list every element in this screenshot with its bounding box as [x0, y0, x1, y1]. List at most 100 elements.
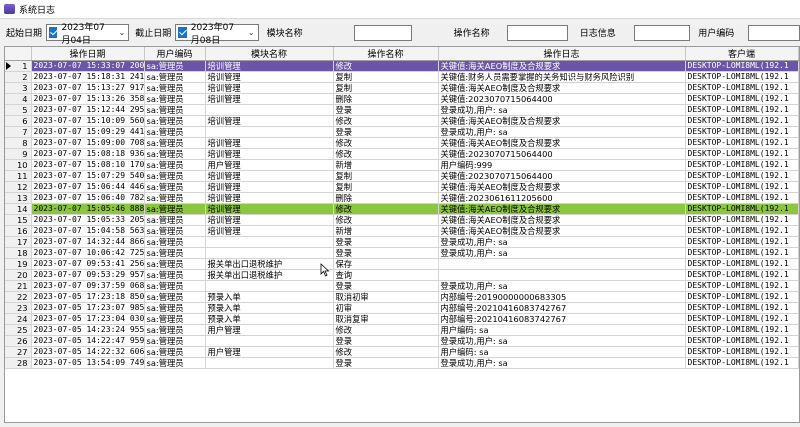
cell-module[interactable]: 用户管理 [205, 159, 334, 171]
cell-date[interactable]: 2023-07-07 15:13:26 358 [31, 93, 145, 105]
table-row[interactable]: 17 2023-07-07 14:32:44 866 sa:管理员 登录 登录成功,用户… [5, 236, 799, 248]
cell-module[interactable]: 培训管理 [205, 192, 334, 204]
cell-user[interactable]: sa:管理员 [144, 148, 206, 160]
cell-user[interactable]: sa:管理员 [144, 82, 206, 94]
cell-module[interactable]: 用户管理 [205, 346, 334, 358]
cell-date[interactable]: 2023-07-07 09:53:29 957 [31, 269, 145, 281]
cell-user[interactable]: sa:管理员 [144, 159, 206, 171]
cell-user[interactable]: sa:管理员 [144, 302, 206, 314]
cell-client[interactable]: DESKTOP-LOMI8ML(192.1 [685, 181, 799, 193]
cell-log[interactable]: 内部编号:20210416083742767 [438, 313, 686, 325]
cell-module[interactable]: 培训管理 [205, 181, 334, 193]
cell-client[interactable]: DESKTOP-LOMI8ML(192.1 [685, 214, 799, 226]
cell-log[interactable]: 关键值:2023070715064400 [438, 148, 686, 160]
table-row[interactable]: 26 2023-07-05 14:22:47 959 sa:管理员 登录 登录成功,用户… [5, 335, 799, 347]
row-number[interactable]: 4 [5, 93, 32, 105]
table-row[interactable]: 16 2023-07-07 15:04:58 563 sa:管理员 培训管理 新增 关键值… [5, 225, 799, 237]
log-grid[interactable]: 操作日期 用户编码 模块名称 操作名称 操作日志 客户端 1 2023-07-07… [4, 46, 800, 423]
column-header-date[interactable]: 操作日期 [31, 47, 145, 61]
cell-log[interactable]: 内部编号:20210416083742767 [438, 302, 686, 314]
log-info-input[interactable] [633, 24, 691, 41]
cell-date[interactable]: 2023-07-05 14:22:32 606 [31, 346, 145, 358]
end-date-checkbox[interactable] [178, 27, 187, 38]
cell-client[interactable]: DESKTOP-LOMI8ML(192.1 [685, 324, 799, 336]
cell-log[interactable]: 关键值:海关AEO制度及合规要求 [438, 60, 686, 72]
row-number[interactable]: 28 [5, 357, 32, 369]
cell-date[interactable]: 2023-07-07 15:04:58 563 [31, 225, 145, 237]
cell-client[interactable]: DESKTOP-LOMI8ML(192.1 [685, 126, 799, 138]
table-row[interactable]: 8 2023-07-07 15:09:00 708 sa:管理员 培训管理 修改 关键值:… [5, 137, 799, 149]
cell-date[interactable]: 2023-07-07 15:06:40 782 [31, 192, 145, 204]
cell-user[interactable]: sa:管理员 [144, 335, 206, 347]
cell-user[interactable]: sa:管理员 [144, 236, 206, 248]
row-number[interactable]: 11 [5, 170, 32, 182]
cell-log[interactable]: 关键值:2023070715064400 [438, 93, 686, 105]
table-row[interactable]: 12 2023-07-07 15:06:44 446 sa:管理员 培训管理 复制 关键值… [5, 181, 799, 193]
cell-module[interactable]: 培训管理 [205, 60, 334, 72]
cell-operation[interactable]: 登录 [333, 126, 439, 138]
cell-log[interactable]: 登录成功,用户: sa [438, 335, 686, 347]
cell-log[interactable]: 登录成功,用户: sa [438, 236, 686, 248]
row-number[interactable]: 2 [5, 71, 32, 83]
row-number[interactable]: 19 [5, 258, 32, 270]
table-row[interactable]: 14 2023-07-07 15:05:46 888 sa:管理员 培训管理 修改 关键值… [5, 203, 799, 215]
row-number[interactable]: 24 [5, 313, 32, 325]
cell-module[interactable]: 培训管理 [205, 214, 334, 226]
table-row[interactable]: 24 2023-07-05 17:23:04 030 sa:管理员 预录入单 取消复审内… [5, 313, 799, 325]
cell-date[interactable]: 2023-07-07 15:08:18 936 [31, 148, 145, 160]
cell-module[interactable]: 报关单出口退税维护 [205, 258, 334, 270]
table-row[interactable]: 21 2023-07-07 09:37:59 068 sa:管理员 登录 登录成功,用户… [5, 280, 799, 292]
cell-client[interactable]: DESKTOP-LOMI8ML(192.1 [685, 93, 799, 105]
cell-date[interactable]: 2023-07-07 15:09:00 708 [31, 137, 145, 149]
row-number[interactable]: 15 [5, 214, 32, 226]
end-date-picker[interactable]: 2023年07月08日 ⌄ [175, 23, 259, 46]
row-number[interactable]: 20 [5, 269, 32, 281]
cell-log[interactable]: 用户编码: sa [438, 346, 686, 358]
cell-date[interactable]: 2023-07-05 14:22:47 959 [31, 335, 145, 347]
row-number[interactable]: 16 [5, 225, 32, 237]
table-row[interactable]: 4 2023-07-07 15:13:26 358 sa:管理员 培训管理 删除 关键值:… [5, 93, 799, 105]
column-header-operation[interactable]: 操作名称 [333, 47, 439, 61]
table-row[interactable]: 5 2023-07-07 15:12:44 295 sa:管理员 登录 登录成功,用户:… [5, 104, 799, 116]
cell-client[interactable]: DESKTOP-LOMI8ML(192.1 [685, 71, 799, 83]
cell-operation[interactable]: 修改 [333, 115, 439, 127]
cell-operation[interactable]: 初审 [333, 302, 439, 314]
cell-client[interactable]: DESKTOP-LOMI8ML(192.1 [685, 148, 799, 160]
table-row[interactable]: 10 2023-07-07 15:08:10 170 sa:管理员 用户管理 新增 用户编… [5, 159, 799, 171]
cell-operation[interactable]: 删除 [333, 93, 439, 105]
cell-user[interactable]: sa:管理员 [144, 324, 206, 336]
cell-date[interactable]: 2023-07-07 15:10:09 560 [31, 115, 145, 127]
cell-module[interactable] [205, 126, 334, 138]
cell-client[interactable]: DESKTOP-LOMI8ML(192.1 [685, 269, 799, 281]
cell-user[interactable]: sa:管理员 [144, 60, 206, 72]
cell-operation[interactable]: 新增 [333, 159, 439, 171]
cell-module[interactable]: 培训管理 [205, 71, 334, 83]
table-row[interactable]: 2 2023-07-07 15:18:31 241 sa:管理员 培训管理 复制 关键值:… [5, 71, 799, 83]
row-number[interactable]: 23 [5, 302, 32, 314]
cell-log[interactable]: 关键值:海关AEO制度及合规要求 [438, 115, 686, 127]
cell-log[interactable]: 关键值:海关AEO制度及合规要求 [438, 137, 686, 149]
user-code-input[interactable] [748, 24, 800, 41]
row-number[interactable]: 3 [5, 82, 32, 94]
chevron-down-icon[interactable]: ⌄ [245, 28, 258, 37]
cell-operation[interactable]: 登录 [333, 335, 439, 347]
chevron-down-icon[interactable]: ⌄ [116, 28, 129, 37]
cell-user[interactable]: sa:管理员 [144, 181, 206, 193]
cell-user[interactable]: sa:管理员 [144, 291, 206, 303]
row-number[interactable]: 13 [5, 192, 32, 204]
table-row[interactable]: 9 2023-07-07 15:08:18 936 sa:管理员 培训管理 修改 关键值:… [5, 148, 799, 160]
row-number[interactable]: 21 [5, 280, 32, 292]
cell-client[interactable]: DESKTOP-LOMI8ML(192.1 [685, 192, 799, 204]
cell-date[interactable]: 2023-07-07 14:32:44 866 [31, 236, 145, 248]
cell-log[interactable]: 关键值:海关AEO制度及合规要求 [438, 214, 686, 226]
start-date-checkbox[interactable] [49, 27, 58, 38]
table-row[interactable]: 3 2023-07-07 15:13:27 917 sa:管理员 培训管理 复制 关键值:… [5, 82, 799, 94]
cell-log[interactable]: 关键值:海关AEO制度及合规要求 [438, 181, 686, 193]
cell-module[interactable] [205, 104, 334, 116]
table-row[interactable]: 27 2023-07-05 14:22:32 606 sa:管理员 用户管理 修改 用户编… [5, 346, 799, 358]
cell-operation[interactable]: 取消初审 [333, 291, 439, 303]
table-row[interactable]: 20 2023-07-07 09:53:29 957 sa:管理员 报关单出口退税维护… [5, 269, 799, 281]
cell-module[interactable] [205, 247, 334, 259]
cell-operation[interactable]: 修改 [333, 346, 439, 358]
cell-user[interactable]: sa:管理员 [144, 313, 206, 325]
